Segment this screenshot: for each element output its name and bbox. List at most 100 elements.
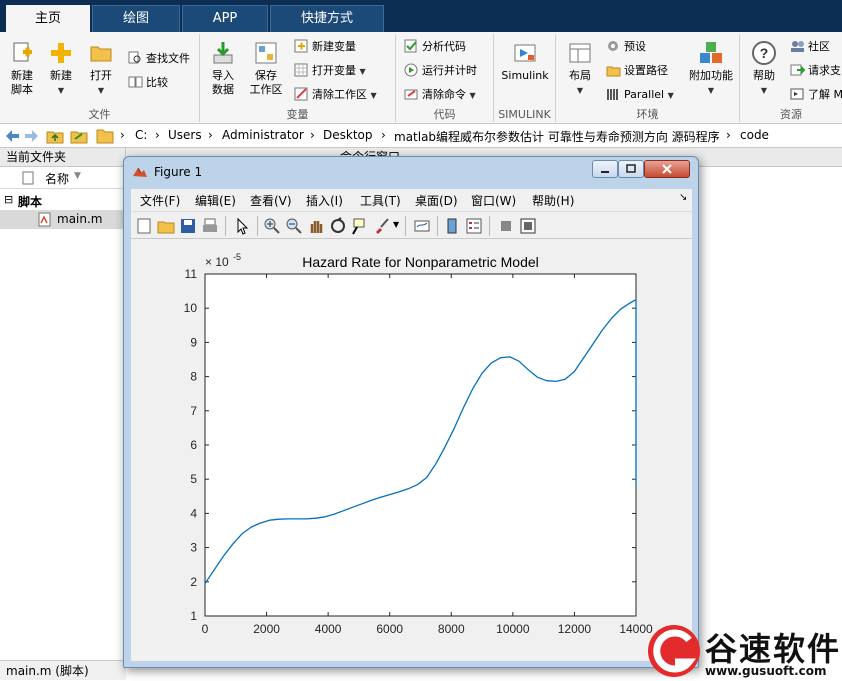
menu-desktop[interactable]: 桌面(D) [415, 192, 458, 209]
colorbar-icon[interactable] [443, 217, 461, 235]
y-tick-label: 3 [190, 541, 197, 555]
figure-canvas[interactable]: 0 2000 4000 6000 8000 10000 12000 14000 1 2 3 4 5 6 7 8… [131, 239, 692, 661]
open-variable-label: 打开变量 [312, 64, 356, 77]
parallel-button[interactable]: Parallel ▼ [606, 86, 674, 104]
breadcrumb-item[interactable]: Users [168, 128, 202, 142]
rotate-3d-icon[interactable] [329, 217, 347, 235]
menu-file[interactable]: 文件(F) [140, 192, 180, 209]
brush-icon[interactable] [373, 217, 391, 235]
show-tools-icon[interactable] [519, 217, 537, 235]
figure-title-bar[interactable]: Figure 1 [124, 157, 698, 187]
folder-icon [96, 129, 114, 144]
preferences-button[interactable]: 预设 [606, 38, 646, 56]
browse-folder-icon[interactable] [70, 128, 88, 144]
learn-matlab-button[interactable]: 了解 M [790, 86, 842, 104]
file-group-scripts[interactable]: ⊟ 脚本 [0, 191, 126, 210]
file-type-icon [22, 171, 34, 185]
analyze-code-button[interactable]: 分析代码 [404, 38, 466, 56]
breadcrumb-separator-icon: › [208, 128, 213, 142]
simulink-button[interactable]: Simulink [498, 40, 552, 83]
group-simulink-label: SIMULINK [498, 108, 551, 121]
plus-icon [51, 43, 71, 63]
dock-arrow-icon[interactable]: ↘ [679, 192, 687, 203]
figure-toolbar: ▼ [131, 211, 692, 239]
tab-home[interactable]: 主页 [6, 5, 90, 32]
menu-view[interactable]: 查看(V) [250, 192, 292, 209]
zoom-in-icon[interactable] [263, 217, 281, 235]
menu-window[interactable]: 窗口(W) [471, 192, 516, 209]
file-item-main-m[interactable]: main.m [0, 210, 126, 229]
print-icon[interactable] [201, 217, 219, 235]
new-button[interactable]: 新建 ▼ [42, 40, 80, 98]
breadcrumb-item[interactable]: C: [135, 128, 147, 142]
compare-label: 比较 [146, 76, 168, 89]
open-button[interactable]: 打开 ▼ [82, 40, 120, 98]
figure-title: Figure 1 [154, 165, 203, 179]
breadcrumb-item[interactable]: code [740, 128, 769, 142]
menu-help[interactable]: 帮助(H) [532, 192, 574, 209]
chevron-down-icon[interactable]: ▼ [393, 220, 399, 229]
clear-workspace-button[interactable]: 清除工作区 ▼ [294, 86, 377, 104]
pointer-icon[interactable] [233, 217, 251, 235]
open-variable-button[interactable]: 打开变量 ▼ [294, 62, 366, 80]
request-support-icon [790, 64, 805, 76]
community-button[interactable]: 社区 [790, 38, 830, 56]
new-variable-button[interactable]: 新建变量 [294, 38, 356, 56]
new-script-button[interactable]: 新建 脚本 [4, 40, 40, 97]
y-tick-label: 10 [184, 301, 198, 315]
tab-apps[interactable]: APP [182, 5, 268, 32]
open-file-icon[interactable] [157, 217, 175, 235]
breadcrumb-item[interactable]: Desktop [323, 128, 373, 142]
y-tick-label: 6 [190, 438, 197, 452]
run-and-time-button[interactable]: 运行并计时 [404, 62, 477, 80]
sort-down-icon[interactable]: ▼ [74, 171, 81, 181]
link-plot-icon[interactable] [413, 217, 431, 235]
parallel-label: Parallel [624, 88, 665, 101]
menu-edit[interactable]: 编辑(E) [195, 192, 236, 209]
set-path-button[interactable]: 设置路径 [606, 62, 668, 80]
minimize-button[interactable] [592, 160, 618, 178]
request-support-button[interactable]: 请求支 [790, 62, 841, 80]
parallel-icon [607, 89, 618, 100]
y-exponent-power: -5 [233, 252, 241, 262]
find-files-button[interactable]: 查找文件 [128, 50, 190, 68]
toolbar-separator [257, 216, 258, 236]
up-folder-icon[interactable] [46, 128, 64, 144]
menu-insert[interactable]: 插入(I) [306, 192, 343, 209]
column-name-header[interactable]: 名称 [45, 170, 69, 187]
zoom-out-icon[interactable] [285, 217, 303, 235]
tab-plots[interactable]: 绘图 [92, 5, 180, 32]
chevron-down-icon: ▼ [667, 91, 674, 100]
save-workspace-button[interactable]: 保存 工作区 [244, 40, 288, 97]
help-button[interactable]: ? 帮助 ▼ [746, 40, 782, 98]
clear-commands-button[interactable]: 清除命令 ▼ [404, 86, 476, 104]
chevron-down-icon: ▼ [576, 86, 584, 95]
breadcrumb-item[interactable]: matlab编程威布尔参数估计 可靠性与寿命预测方向 源码程序 [394, 128, 720, 145]
data-cursor-icon[interactable] [351, 217, 369, 235]
close-button[interactable] [644, 160, 690, 178]
collapse-icon[interactable]: ⊟ [4, 193, 13, 206]
compare-button[interactable]: 比较 [128, 74, 168, 92]
compare-icon [128, 76, 143, 88]
layout-button[interactable]: 布局 ▼ [560, 40, 600, 98]
import-icon [213, 42, 233, 64]
new-figure-icon[interactable] [135, 217, 153, 235]
folder-icon [90, 46, 112, 62]
layout-label: 布局 [569, 69, 591, 82]
save-icon[interactable] [179, 217, 197, 235]
maximize-button[interactable] [618, 160, 644, 178]
legend-icon[interactable] [465, 217, 483, 235]
hazard-rate-plot[interactable]: 0 2000 4000 6000 8000 10000 12000 1400012345678… [131, 239, 692, 661]
addons-button[interactable]: 附加功能 ▼ [686, 40, 736, 98]
hide-tools-icon[interactable] [497, 217, 515, 235]
file-list-header: 名称 ▼ [0, 167, 125, 189]
breadcrumb-item[interactable]: Administrator [222, 128, 304, 142]
import-data-button[interactable]: 导入 数据 [204, 40, 242, 97]
figure-window[interactable]: Figure 1 文件(F) 编辑(E) 查看(V) 插入(I) 工具(T) 桌… [123, 156, 699, 668]
tab-shortcuts[interactable]: 快捷方式 [270, 5, 384, 32]
menu-tools[interactable]: 工具(T) [360, 192, 401, 209]
forward-arrow-icon[interactable] [24, 129, 40, 143]
back-arrow-icon[interactable] [4, 129, 20, 143]
file-name: main.m [57, 212, 103, 226]
pan-hand-icon[interactable] [307, 217, 325, 235]
